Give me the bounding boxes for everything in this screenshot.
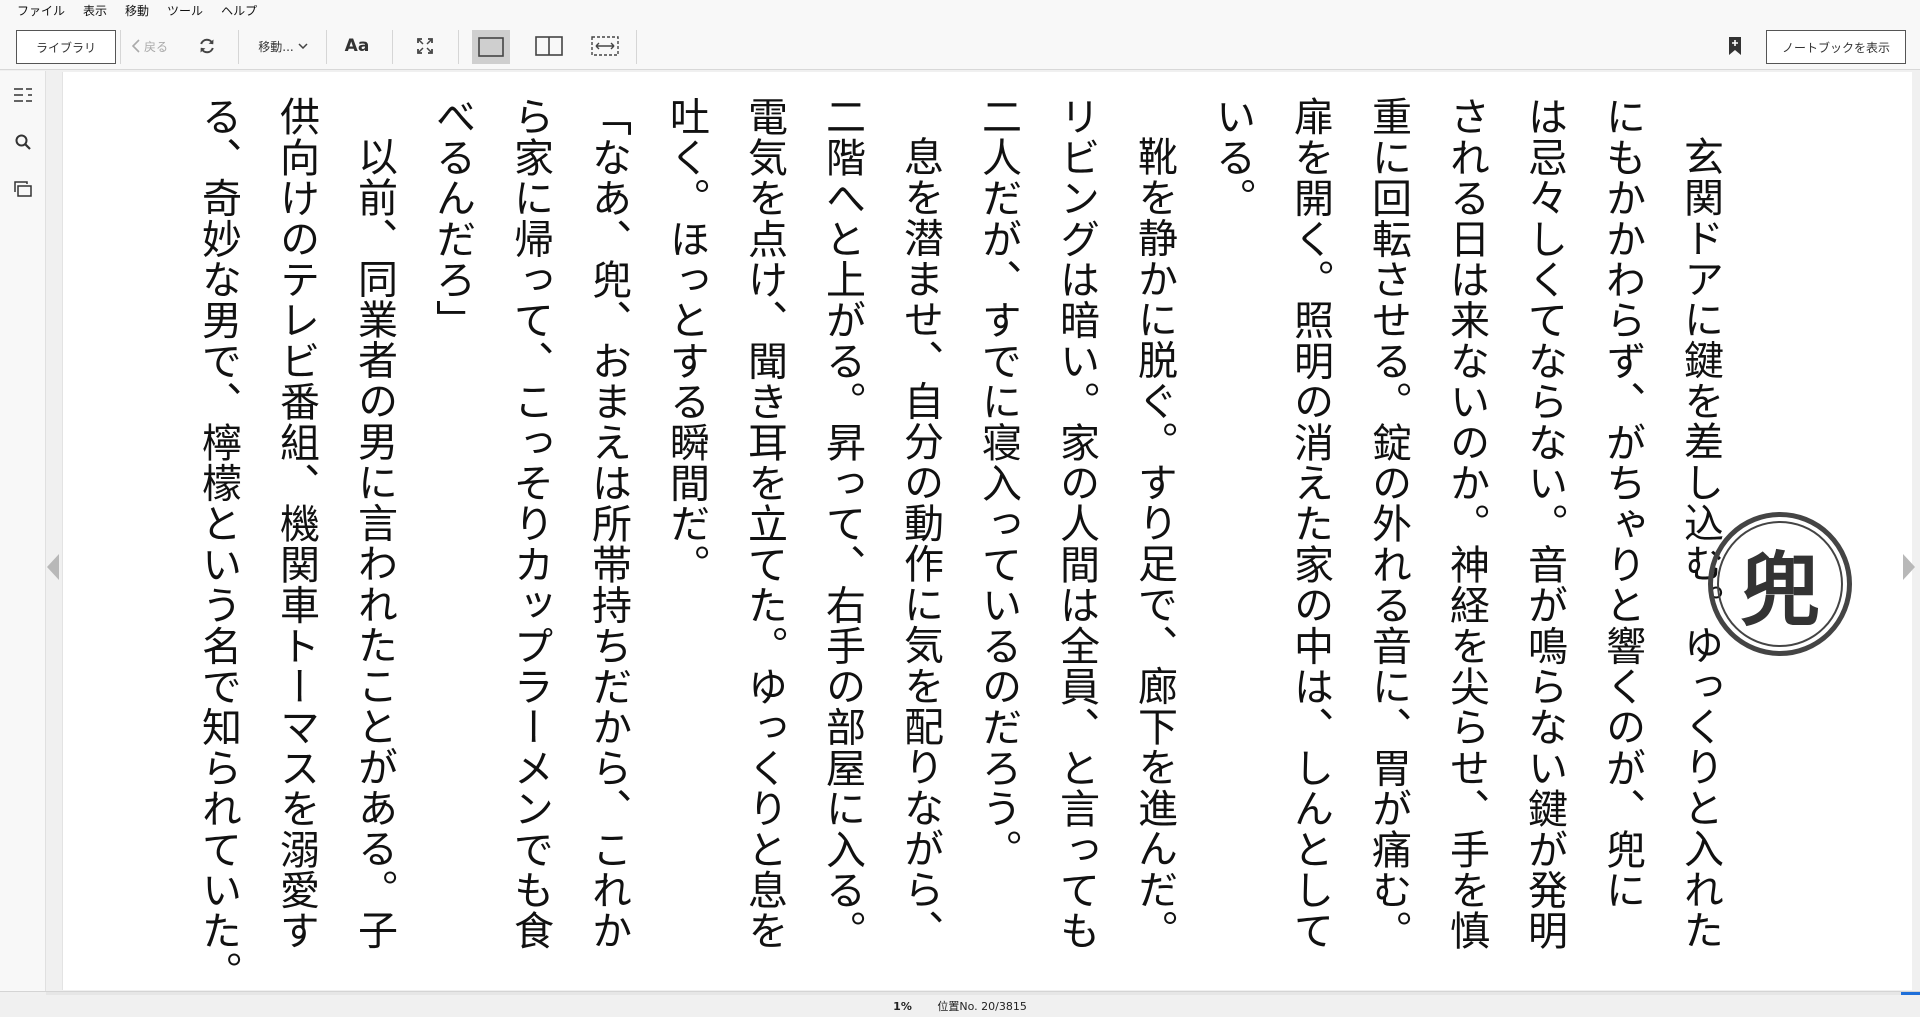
text-column: 電気を点け、聞き耳を立てた。ゆっくりと息を (741, 96, 787, 951)
text-column: 靴を静かに脱ぐ。すり足で、廊下を進んだ。 (1131, 136, 1177, 950)
single-page-icon (478, 37, 504, 57)
menu-help[interactable]: ヘルプ (212, 0, 266, 22)
status-bar: 1% 位置No. 20/3815 (0, 991, 1920, 1017)
toolbar-divider (238, 30, 239, 64)
menu-view[interactable]: 表示 (74, 0, 116, 22)
toolbar: ライブラリ 戻る 移動... Aa ノートブックを表示 (0, 22, 1920, 70)
text-column: べるんだろ」 (429, 96, 475, 341)
text-column: る、奇妙な男で、檸檬という名で知られていた。 (195, 96, 241, 992)
text-column: 二人だが、すでに寝入っているのだろう。 (975, 96, 1021, 870)
text-column: 重に回転させる。錠の外れる音に、胃が痛む。 (1365, 96, 1411, 951)
library-button[interactable]: ライブラリ (16, 30, 116, 64)
text-column: 息を潜ませ、自分の動作に気を配りながら、 (897, 136, 943, 950)
search-icon (15, 134, 31, 150)
menu-file[interactable]: ファイル (8, 0, 74, 22)
side-panel (0, 71, 46, 991)
back-button[interactable]: 戻る (128, 22, 172, 70)
flashcards-button[interactable] (11, 177, 35, 201)
vertical-text-body: 玄関ドアに鍵を差し込む。ゆっくりと入れた にもかかわらず、がちゃりと響くのが、兜に… (110, 96, 1723, 992)
location-number: 位置No. 20/3815 (937, 1000, 1027, 1013)
text-column: 玄関ドアに鍵を差し込む。ゆっくりと入れた (1677, 136, 1723, 950)
menu-bar: ファイル 表示 移動 ツール ヘルプ (0, 0, 1920, 22)
goto-dropdown[interactable]: 移動... (250, 22, 316, 70)
toolbar-divider (392, 30, 393, 64)
text-column: は忌々しくてならない。音が鳴らない鍵が発明 (1521, 96, 1567, 951)
flashcards-icon (14, 181, 32, 197)
fullscreen-button[interactable] (408, 22, 442, 70)
menu-go[interactable]: 移動 (116, 0, 158, 22)
chevron-left-icon (131, 39, 140, 53)
show-notebook-button[interactable]: ノートブックを表示 (1766, 30, 1906, 64)
search-button[interactable] (11, 130, 35, 154)
text-column: 二階へと上がる。昇って、右手の部屋に入る。 (819, 96, 865, 951)
text-column: 供向けのテレビ番組、機関車トーマスを溺愛す (273, 96, 319, 951)
status-text: 1% 位置No. 20/3815 (0, 998, 1920, 1014)
chapter-stamp-glyph: 兜 (1717, 521, 1843, 647)
fit-width-icon (591, 36, 619, 56)
goto-label: 移動... (258, 39, 294, 54)
toolbar-divider (326, 30, 327, 64)
chevron-down-icon (298, 43, 308, 49)
refresh-button[interactable] (190, 22, 224, 70)
previous-page-right-arrow[interactable] (1902, 552, 1920, 582)
reading-progress-fill (1901, 992, 1920, 995)
text-column: ら家に帰って、こっそりカップラーメンでも食 (507, 96, 553, 951)
chevron-left-icon (47, 554, 59, 580)
chevron-right-icon (1903, 554, 1915, 580)
toolbar-divider (458, 30, 459, 64)
text-column: 「なあ、兜、おまえは所帯持ちだから、これか (585, 96, 631, 951)
text-column: 以前、同業者の男に言われたことがある。子 (351, 136, 397, 950)
fit-width-view-button[interactable] (586, 22, 624, 70)
single-page-view-button[interactable] (472, 30, 510, 64)
chapter-stamp: 兜 (1708, 512, 1852, 656)
text-column: リビングは暗い。家の人間は全員、と言っても (1053, 96, 1099, 951)
two-page-icon (535, 36, 563, 56)
back-label: 戻る (143, 39, 168, 54)
text-column: 扉を開く。照明の消えた家の中は、しんとして (1287, 96, 1333, 951)
progress-percent: 1% (893, 1000, 912, 1013)
reading-progress-bar[interactable] (46, 992, 1920, 995)
text-column: にもかかわらず、がちゃりと響くのが、兜に (1599, 96, 1645, 910)
table-of-contents-button[interactable] (11, 83, 35, 107)
refresh-icon (200, 38, 214, 54)
menu-tools[interactable]: ツール (158, 0, 212, 22)
toolbar-divider (636, 30, 637, 64)
bookmark-icon (1729, 37, 1741, 55)
next-page-left-arrow[interactable] (46, 552, 64, 582)
text-column: 吐く。ほっとする瞬間だ。 (663, 96, 709, 585)
text-column: される日は来ないのか。神経を尖らせ、手を慎 (1443, 96, 1489, 951)
text-column: いる。 (1209, 96, 1255, 219)
table-of-contents-icon (14, 88, 32, 102)
font-settings-button[interactable]: Aa (340, 22, 374, 70)
fullscreen-icon (417, 38, 433, 54)
toolbar-divider (120, 30, 121, 64)
add-bookmark-button[interactable] (1718, 22, 1752, 70)
two-page-view-button[interactable] (530, 22, 568, 70)
